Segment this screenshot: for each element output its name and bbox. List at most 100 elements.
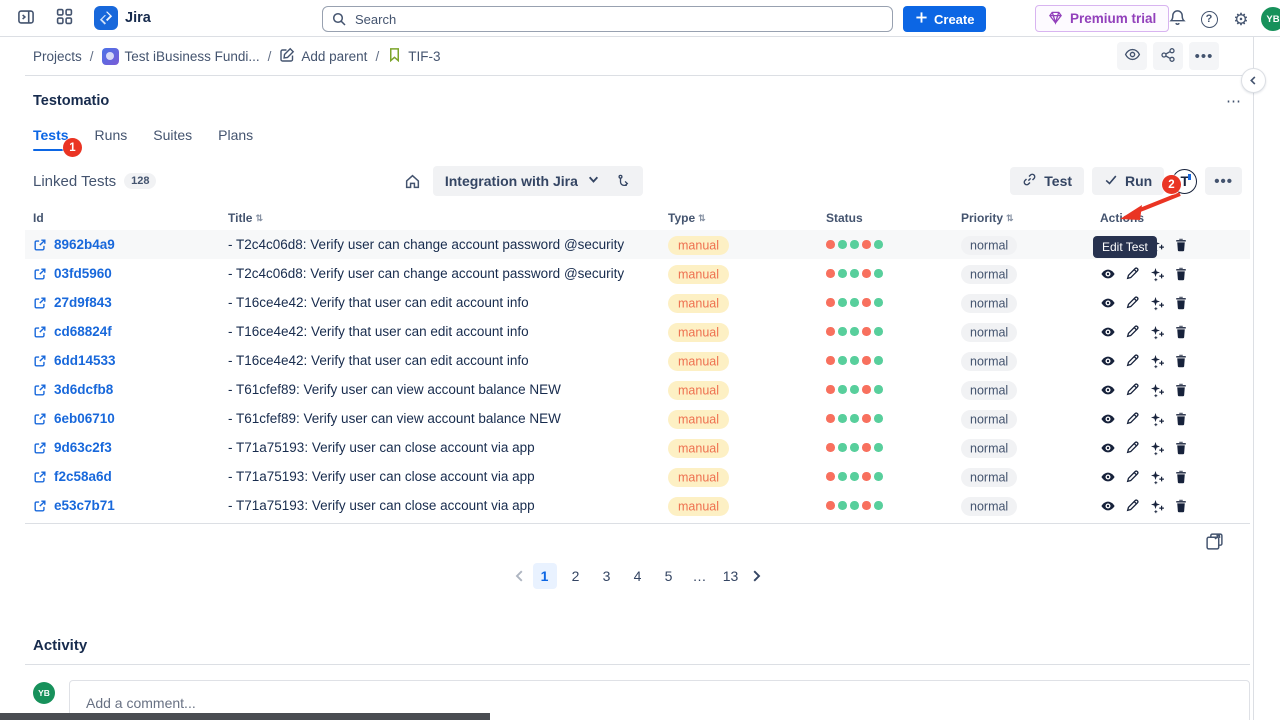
edit-test-icon[interactable] [1125,295,1140,310]
test-id-link[interactable]: 6dd14533 [54,353,116,368]
table-row[interactable]: 27d9f843 - T16ce4e42: Verify that user c… [25,288,1250,317]
pagination-page-5[interactable]: 5 [657,563,681,589]
pagination-page-4[interactable]: 4 [626,563,650,589]
external-link-icon[interactable] [33,412,47,426]
ai-generate-icon[interactable] [1149,266,1165,282]
jira-home-link[interactable]: Jira [94,6,151,30]
branch-icon[interactable] [617,174,631,188]
delete-test-icon[interactable] [1174,382,1188,397]
view-test-icon[interactable] [1100,353,1116,369]
delete-test-icon[interactable] [1174,266,1188,281]
table-row[interactable]: 3d6dcfb8 - T61cfef89: Verify user can vi… [25,375,1250,404]
view-test-icon[interactable] [1100,469,1116,485]
premium-trial-button[interactable]: Premium trial [1035,5,1169,32]
global-search[interactable] [322,6,893,32]
app-switcher-button[interactable] [50,4,78,32]
ai-generate-icon[interactable] [1149,353,1165,369]
home-icon[interactable] [404,173,421,190]
run-button[interactable]: Run [1092,167,1164,195]
view-test-icon[interactable] [1100,324,1116,340]
table-row[interactable]: 03fd5960 - T2c4c06d8: Verify user can ch… [25,259,1250,288]
pagination-next[interactable] [750,570,762,582]
sidebar-toggle-button[interactable] [12,4,40,32]
edit-test-icon[interactable] [1125,382,1140,397]
edit-test-icon[interactable] [1125,353,1140,368]
view-test-icon[interactable] [1100,440,1116,456]
delete-test-icon[interactable] [1174,498,1188,513]
table-row[interactable]: 6eb06710 - T61cfef89: Verify user can vi… [25,404,1250,433]
external-link-icon[interactable] [33,499,47,513]
table-row[interactable]: f2c58a6d - T71a75193: Verify user can cl… [25,462,1250,491]
delete-test-icon[interactable] [1174,440,1188,455]
test-id-link[interactable]: 8962b4a9 [54,237,115,252]
sort-icon[interactable]: ⇅ [1006,213,1014,224]
external-link-icon[interactable] [33,325,47,339]
sort-icon[interactable]: ⇅ [255,213,263,224]
breadcrumb-project[interactable]: Test iBusiness Fundi... [102,48,260,65]
test-id-link[interactable]: 27d9f843 [54,295,112,310]
ai-generate-icon[interactable] [1149,382,1165,398]
edit-test-icon[interactable] [1125,469,1140,484]
col-type[interactable]: Type [668,211,695,225]
bulk-select-button[interactable] [1205,532,1224,551]
ai-generate-icon[interactable] [1149,498,1165,514]
col-priority[interactable]: Priority [961,211,1003,225]
tab-runs[interactable]: Runs [95,127,128,151]
table-row[interactable]: 6dd14533 - T16ce4e42: Verify that user c… [25,346,1250,375]
col-title[interactable]: Title [228,211,252,225]
table-row[interactable]: e53c7b71 - T71a75193: Verify user can cl… [25,491,1250,520]
col-status[interactable]: Status [826,211,863,225]
edit-test-icon[interactable] [1125,266,1140,281]
ai-generate-icon[interactable] [1149,440,1165,456]
external-link-icon[interactable] [33,296,47,310]
delete-test-icon[interactable] [1174,469,1188,484]
col-id[interactable]: Id [33,211,44,225]
ai-generate-icon[interactable] [1149,411,1165,427]
delete-test-icon[interactable] [1174,295,1188,310]
toolbar-more-button[interactable]: ••• [1205,167,1242,195]
test-id-link[interactable]: 6eb06710 [54,411,115,426]
delete-test-icon[interactable] [1174,411,1188,426]
branch-dropdown[interactable]: Integration with Jira [433,166,643,196]
delete-test-icon[interactable] [1174,353,1188,368]
notifications-button[interactable] [1163,5,1191,33]
ai-generate-icon[interactable] [1149,324,1165,340]
pagination-page-3[interactable]: 3 [595,563,619,589]
external-link-icon[interactable] [33,238,47,252]
panel-menu-button[interactable]: ⋯ [1226,92,1242,110]
view-test-icon[interactable] [1100,498,1116,514]
delete-test-icon[interactable] [1174,324,1188,339]
sort-icon[interactable]: ⇅ [698,213,706,224]
profile-button[interactable]: YB [1259,5,1280,33]
external-link-icon[interactable] [33,354,47,368]
collapse-panel-button[interactable] [1241,68,1266,93]
settings-button[interactable]: ⚙ [1227,5,1255,33]
external-link-icon[interactable] [33,267,47,281]
pagination-page-2[interactable]: 2 [564,563,588,589]
external-link-icon[interactable] [33,383,47,397]
view-test-icon[interactable] [1100,411,1116,427]
more-actions-button[interactable]: ••• [1189,42,1219,70]
external-link-icon[interactable] [33,470,47,484]
test-id-link[interactable]: f2c58a6d [54,469,112,484]
view-test-icon[interactable] [1100,295,1116,311]
test-id-link[interactable]: cd68824f [54,324,112,339]
view-test-icon[interactable] [1100,382,1116,398]
external-link-icon[interactable] [33,441,47,455]
test-id-link[interactable]: e53c7b71 [54,498,115,513]
test-id-link[interactable]: 03fd5960 [54,266,112,281]
test-id-link[interactable]: 3d6dcfb8 [54,382,113,397]
table-row[interactable]: cd68824f - T16ce4e42: Verify that user c… [25,317,1250,346]
link-test-button[interactable]: Test [1010,167,1084,195]
tab-plans[interactable]: Plans [218,127,253,151]
table-row[interactable]: 8962b4a9 - T2c4c06d8: Verify user can ch… [25,230,1250,259]
create-button[interactable]: Create [903,6,986,32]
ai-generate-icon[interactable] [1149,295,1165,311]
breadcrumb-issue[interactable]: TIF-3 [387,47,440,65]
test-id-link[interactable]: 9d63c2f3 [54,440,112,455]
add-parent-button[interactable]: Add parent [279,47,367,66]
watch-button[interactable] [1117,42,1147,70]
tab-suites[interactable]: Suites [153,127,192,151]
search-input[interactable] [322,6,893,32]
delete-test-icon[interactable] [1174,237,1188,252]
